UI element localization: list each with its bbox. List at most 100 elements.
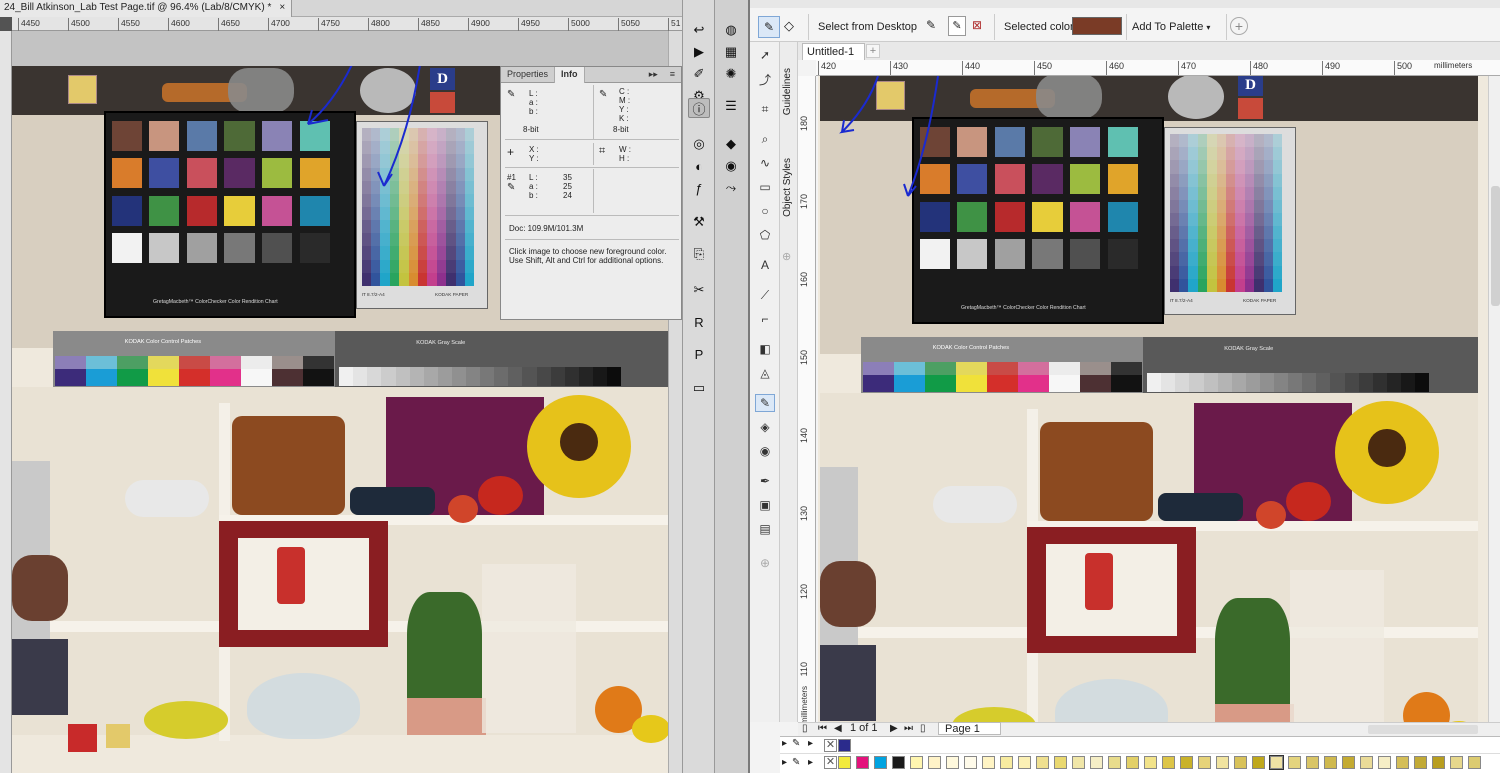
palette-swatch[interactable] <box>838 739 851 752</box>
horizontal-scrollbar[interactable] <box>1368 725 1478 734</box>
palette-swatch[interactable] <box>1324 756 1337 769</box>
mesh-fill-icon[interactable]: ▤ <box>755 520 775 538</box>
fill-icon[interactable]: ▣ <box>755 496 775 514</box>
tool-presets-icon[interactable]: ⚒ <box>688 212 710 232</box>
close-icon[interactable]: × <box>279 2 285 17</box>
add-tool-icon[interactable]: ⊕ <box>755 554 775 572</box>
palette-swatch[interactable] <box>982 756 995 769</box>
ellipse-tool-icon[interactable]: ○ <box>755 202 775 220</box>
prev-page-icon[interactable]: ◀ <box>834 723 842 734</box>
palette-swatch[interactable] <box>1414 756 1427 769</box>
imported-image[interactable]: D GretagMacbeth™ ColorChecker Color Rendi… <box>818 76 1488 722</box>
palette-swatch[interactable] <box>1468 756 1481 769</box>
palette-swatch[interactable] <box>1360 756 1373 769</box>
palette-menu-icon[interactable]: ▸ <box>808 757 813 768</box>
character-icon[interactable]: R <box>688 312 710 332</box>
layers-icon[interactable]: ◆ <box>720 134 742 154</box>
palette-swatch[interactable] <box>856 756 869 769</box>
sliders-icon[interactable]: ☰ <box>720 96 742 116</box>
last-page-icon[interactable]: ⏭ <box>904 723 913 734</box>
palette-swatch[interactable] <box>1144 756 1157 769</box>
palette-swatch[interactable] <box>1269 755 1284 770</box>
history-icon[interactable]: ↩ <box>688 20 710 40</box>
no-color-swatch[interactable]: ✕ <box>824 739 837 752</box>
palette-swatch[interactable] <box>1288 756 1301 769</box>
color-eyedropper-tool-icon[interactable]: ✎ <box>755 394 775 412</box>
outline-pen-icon[interactable]: ✒ <box>755 472 775 490</box>
selected-color-swatch[interactable] <box>1072 17 1122 35</box>
palette-swatch[interactable] <box>874 756 887 769</box>
clone-source-icon[interactable]: ⎘ <box>688 244 710 264</box>
paths-icon[interactable]: ⤳ <box>720 178 742 198</box>
interactive-fill-tool-icon[interactable]: ◈ <box>755 418 775 436</box>
palette-arrow-icon[interactable]: ▸ <box>782 738 787 749</box>
document-tab[interactable]: Untitled-1 <box>802 43 866 60</box>
add-docker-icon[interactable]: ⊕ <box>782 250 791 263</box>
palette-swatch[interactable] <box>1234 756 1247 769</box>
palette-swatch[interactable] <box>838 756 851 769</box>
scroll-thumb[interactable] <box>1491 186 1500 306</box>
palette-arrow-icon[interactable]: ▸ <box>782 757 787 768</box>
palette-swatch[interactable] <box>1072 756 1085 769</box>
palette-swatch[interactable] <box>1054 756 1067 769</box>
docker-tab-object-styles[interactable]: Object Styles <box>782 158 793 217</box>
actions-play-icon[interactable]: ▶ <box>688 42 710 62</box>
crop-tool-icon[interactable]: ⌗ <box>755 100 775 118</box>
palette-swatch[interactable] <box>1162 756 1175 769</box>
shadow-tool-icon[interactable]: ◧ <box>755 340 775 358</box>
select-from-desktop-button[interactable]: Select from Desktop <box>818 21 917 33</box>
palette-swatch[interactable] <box>1252 756 1265 769</box>
palette-swatch[interactable] <box>1036 756 1049 769</box>
palette-swatch[interactable] <box>946 756 959 769</box>
palette-swatch[interactable] <box>1018 756 1031 769</box>
eyedropper-area-icon[interactable]: ⊠ <box>972 18 982 32</box>
paragraph-icon[interactable]: P <box>688 344 710 364</box>
freehand-tool-icon[interactable]: ∿ <box>755 154 775 172</box>
eyedropper-icon[interactable]: ✎ <box>758 16 780 38</box>
zoom-tool-icon[interactable]: ⌕ <box>755 130 775 148</box>
page-icon[interactable]: ▯ <box>802 723 808 734</box>
channels-icon[interactable]: ◎ <box>688 134 710 154</box>
palette-swatch[interactable] <box>1432 756 1445 769</box>
panel-collapse-icon[interactable]: ▸▸ <box>643 67 664 83</box>
styles-icon[interactable]: ◉ <box>720 156 742 176</box>
eyedropper-1x1-icon[interactable]: ✎ <box>926 18 936 32</box>
tab-properties[interactable]: Properties <box>501 67 556 83</box>
page-tab[interactable]: Page 1 <box>938 722 1001 735</box>
new-document-tab-icon[interactable]: + <box>866 44 880 58</box>
dimension-tool-icon[interactable]: ⟋ <box>755 286 775 304</box>
palette-swatch[interactable] <box>1450 756 1463 769</box>
rectangle-tool-icon[interactable]: ▭ <box>755 178 775 196</box>
connector-tool-icon[interactable]: ⌐ <box>755 310 775 328</box>
tab-info[interactable]: Info <box>555 67 585 83</box>
eyedropper-icon[interactable]: ✎ <box>792 738 800 749</box>
palette-swatch[interactable] <box>928 756 941 769</box>
vertical-scrollbar[interactable] <box>1488 76 1500 722</box>
add-page-icon[interactable]: ▯ <box>920 723 926 734</box>
palette-swatch[interactable] <box>1180 756 1193 769</box>
add-icon[interactable]: + <box>1230 17 1248 35</box>
brush-icon[interactable]: ✐ <box>688 64 710 84</box>
tools-icon[interactable]: ✂ <box>688 280 710 300</box>
palette-swatch[interactable] <box>1216 756 1229 769</box>
smart-fill-tool-icon[interactable]: ◉ <box>755 442 775 460</box>
fx-icon[interactable]: ƒ <box>688 178 710 198</box>
palette-swatch[interactable] <box>1090 756 1103 769</box>
palette-swatch[interactable] <box>1342 756 1355 769</box>
palette-swatch[interactable] <box>1378 756 1391 769</box>
panel-menu-icon[interactable]: ≡ <box>664 67 681 83</box>
palette-swatch[interactable] <box>1000 756 1013 769</box>
palette-swatch[interactable] <box>1306 756 1319 769</box>
info-icon[interactable]: ⓘ <box>688 98 710 118</box>
palette-swatch[interactable] <box>1108 756 1121 769</box>
docker-tab-guidelines[interactable]: Guidelines <box>782 68 793 115</box>
no-color-swatch[interactable]: ✕ <box>824 756 837 769</box>
palette-swatch[interactable] <box>892 756 905 769</box>
text-tool-icon[interactable]: A <box>755 256 775 274</box>
polygon-tool-icon[interactable]: ⬠ <box>755 226 775 244</box>
eyedropper-2x2-icon[interactable]: ✎ <box>948 16 966 36</box>
color-icon[interactable]: ◍ <box>720 20 742 40</box>
navigator-icon[interactable]: ✺ <box>720 64 742 84</box>
swatches-icon[interactable]: ▦ <box>720 42 742 62</box>
shape-tool-icon[interactable]: ⤴ <box>755 70 775 88</box>
